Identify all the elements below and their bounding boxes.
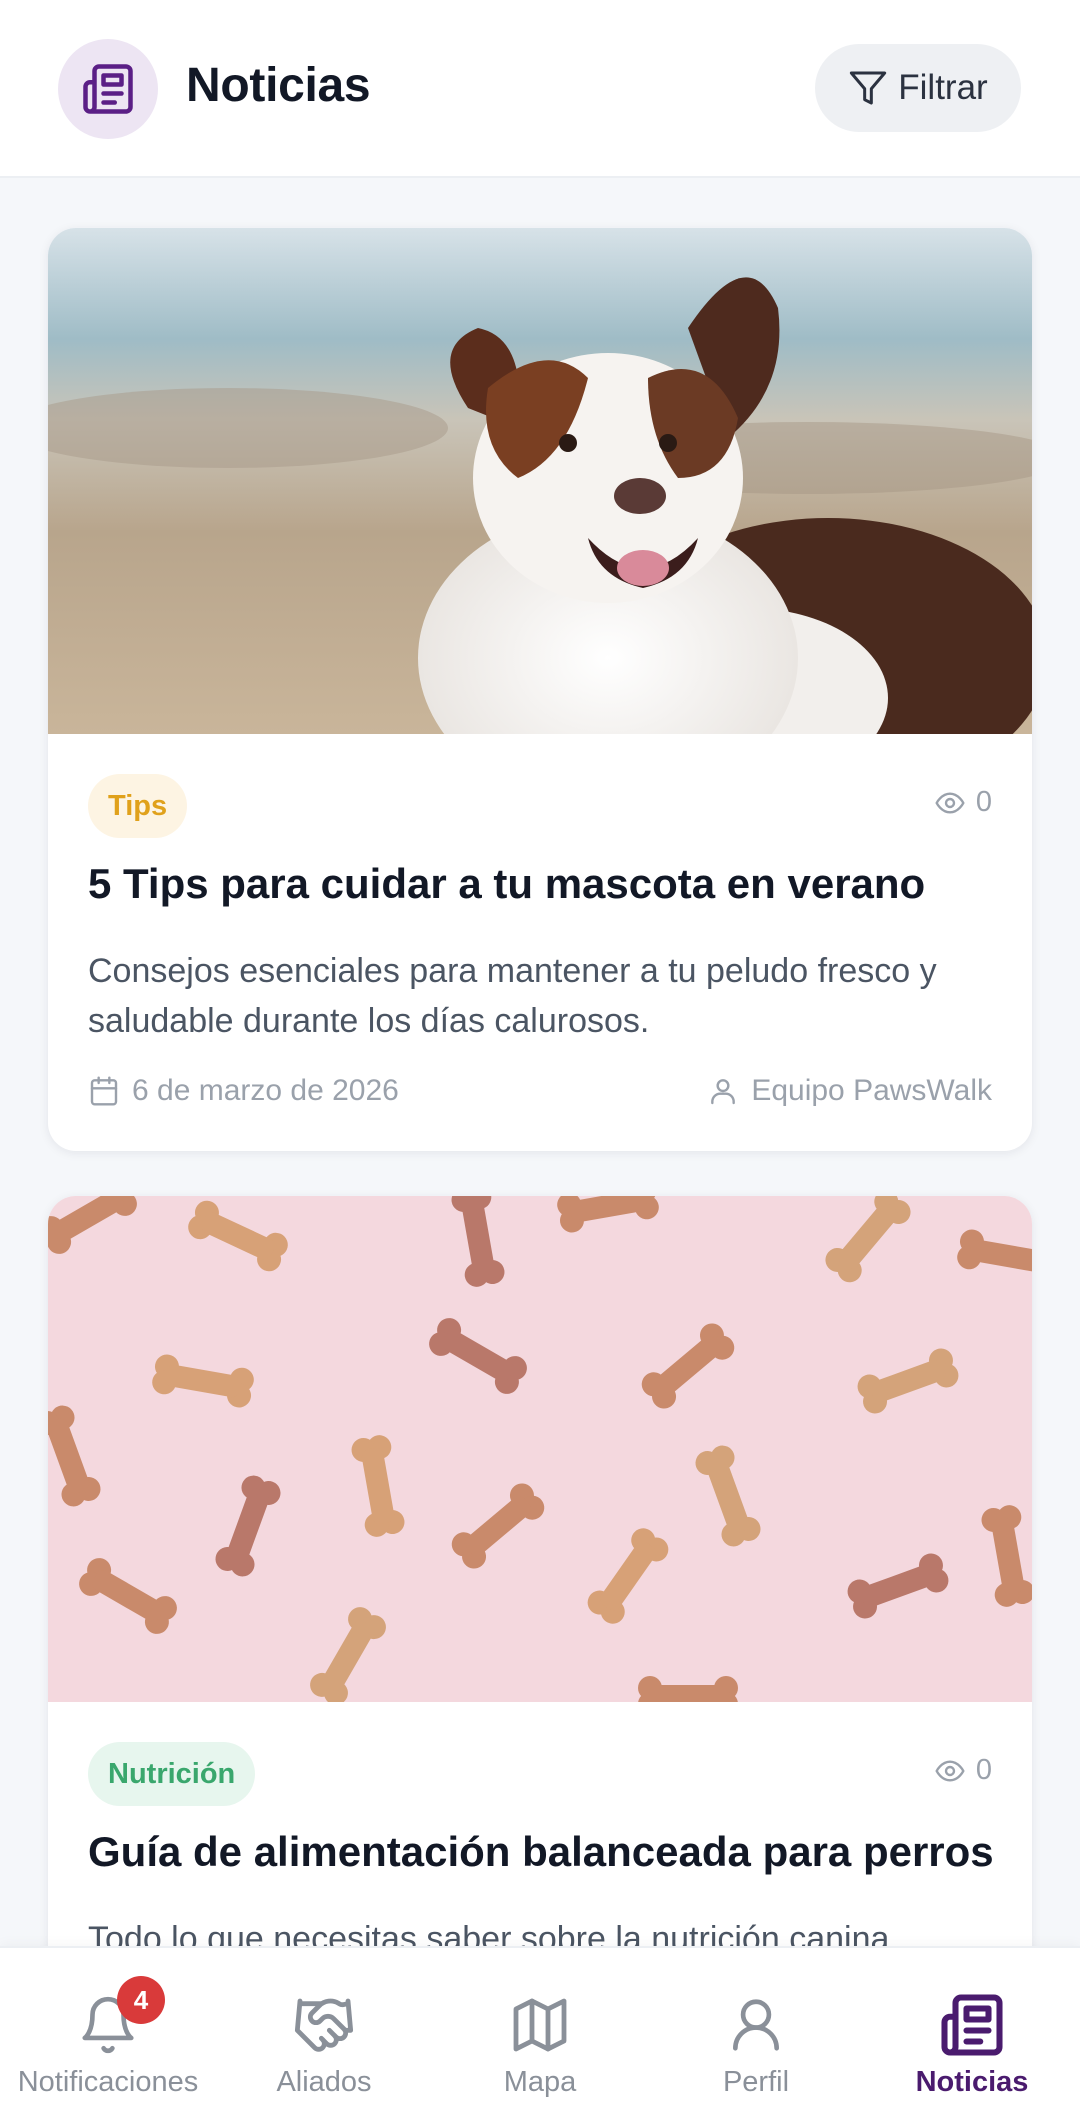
view-count: 0 xyxy=(934,1754,992,1787)
bell-icon: 4 xyxy=(73,1976,165,2060)
handshake-icon xyxy=(289,1990,359,2060)
dog-treats-photo xyxy=(48,1196,1032,1702)
filter-button[interactable]: Filtrar xyxy=(815,44,1021,132)
calendar-icon xyxy=(90,1076,118,1106)
eye-icon xyxy=(935,791,965,814)
nav-item-perfil[interactable]: Perfil xyxy=(648,1948,864,2113)
nav-label: Aliados xyxy=(276,2066,372,2098)
user-icon xyxy=(711,1079,736,1105)
nav-label: Mapa xyxy=(503,2066,577,2098)
newspaper-icon xyxy=(58,39,158,139)
category-tag-label: Nutrición xyxy=(108,1757,236,1790)
filter-icon xyxy=(850,71,887,105)
nav-label: Noticias xyxy=(915,2066,1029,2098)
notification-badge: 4 xyxy=(117,1976,165,2024)
article-author-text: Equipo PawsWalk xyxy=(751,1074,992,1107)
category-tag[interactable]: Tips xyxy=(88,774,188,838)
eye-icon xyxy=(935,1759,965,1782)
article-date-text: 6 de marzo de 2026 xyxy=(132,1074,399,1107)
view-count: 0 xyxy=(934,786,992,819)
article-title[interactable]: Guía de alimentación balanceada para per… xyxy=(88,1828,994,1876)
view-count-value: 0 xyxy=(975,786,992,818)
filter-label: Filtrar xyxy=(898,68,988,107)
nav-item-noticias[interactable]: Noticias xyxy=(864,1948,1080,2113)
article-title[interactable]: 5 Tips para cuidar a tu mascota en veran… xyxy=(88,860,925,908)
category-tag-label: Tips xyxy=(108,789,168,822)
nav-item-notificaciones[interactable]: 4 Notificaciones xyxy=(0,1948,216,2113)
nav-label: Perfil xyxy=(722,2066,790,2098)
newspaper-icon xyxy=(937,1990,1007,2060)
article-card[interactable]: Tips 0 5 Tips para cuidar a tu mascota e… xyxy=(48,228,1032,1151)
app-header: Noticias Filtrar xyxy=(0,0,1080,178)
nav-item-aliados[interactable]: Aliados xyxy=(216,1948,432,2113)
page-title: Noticias xyxy=(186,59,371,112)
article-excerpt: Consejos esenciales para mantener a tu p… xyxy=(88,952,937,1040)
bottom-navigation: 4 Notificaciones Aliados Mapa Perfil Not… xyxy=(0,1946,1080,2113)
article-date: 6 de marzo de 2026 xyxy=(88,1074,399,1108)
nav-item-mapa[interactable]: Mapa xyxy=(432,1948,648,2113)
article-meta: 6 de marzo de 2026 Equipo PawsWalk xyxy=(88,1074,992,1114)
view-count-value: 0 xyxy=(975,1754,992,1786)
user-icon xyxy=(721,1990,791,2060)
article-author: Equipo PawsWalk xyxy=(707,1074,992,1108)
category-tag[interactable]: Nutrición xyxy=(88,1742,256,1806)
map-icon xyxy=(505,1990,575,2060)
nav-label: Notificaciones xyxy=(17,2066,199,2098)
dog-photo xyxy=(48,228,1032,734)
